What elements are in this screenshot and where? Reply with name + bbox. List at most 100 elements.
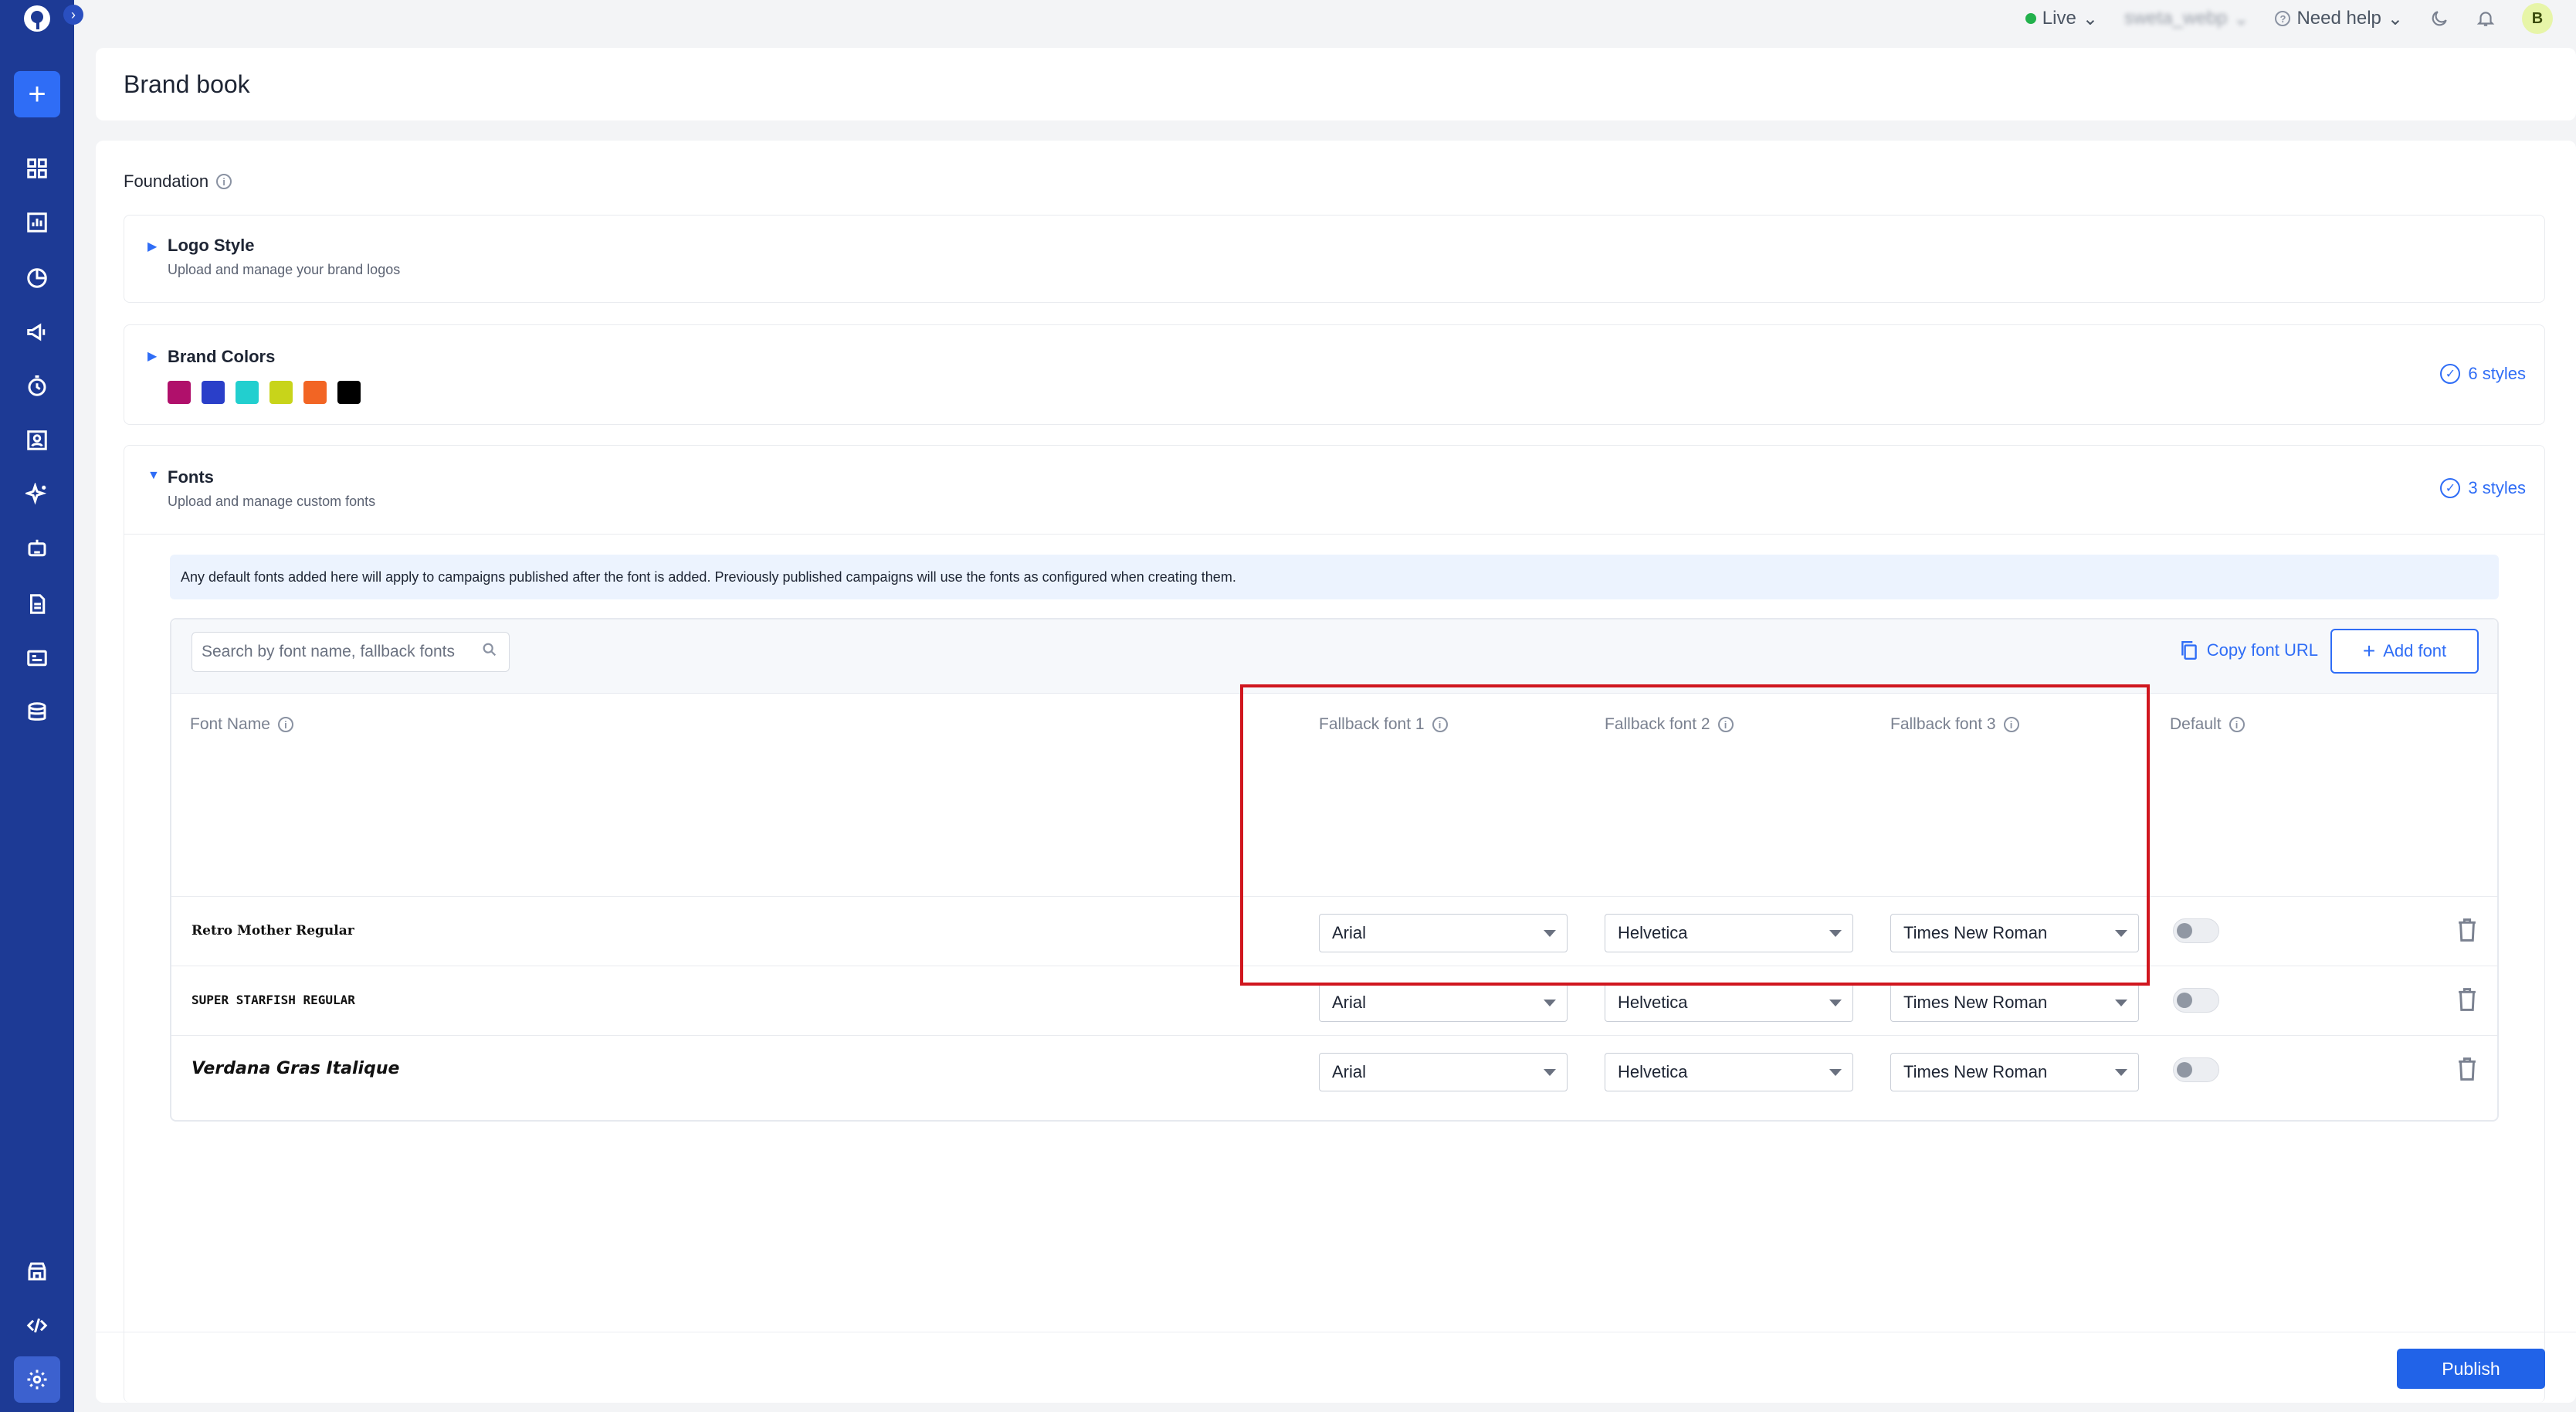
col-fallback-3-label: Fallback font 3 bbox=[1890, 715, 1996, 733]
brand-book-content: Foundation i ▶ Logo Style Upload and man… bbox=[96, 141, 2576, 1403]
fallback-2-select[interactable]: Helvetica bbox=[1605, 1053, 1853, 1091]
templates-icon[interactable] bbox=[23, 590, 51, 618]
environment-selector[interactable]: Live ⌄ bbox=[2025, 8, 2098, 30]
select-value: Helvetica bbox=[1618, 923, 1688, 942]
color-swatch[interactable] bbox=[168, 381, 191, 404]
page-title: Brand book bbox=[124, 70, 250, 98]
top-bar: Live ⌄ sweta_webp ⌄ ? Need help ⌄ B bbox=[74, 0, 2576, 37]
fallback-3-select[interactable]: Times New Roman bbox=[1890, 983, 2139, 1022]
settings-gear-icon[interactable] bbox=[14, 1356, 60, 1403]
info-icon[interactable]: i bbox=[2003, 717, 2019, 732]
fonts-subtitle: Upload and manage custom fonts bbox=[168, 494, 376, 509]
color-swatch[interactable] bbox=[337, 381, 361, 404]
select-value: Arial bbox=[1332, 1062, 1367, 1081]
copy-font-url-button[interactable]: Copy font URL bbox=[2179, 640, 2318, 661]
live-status-dot bbox=[2025, 13, 2036, 24]
logo-style-section[interactable]: ▶ Logo Style Upload and manage your bran… bbox=[124, 215, 2545, 303]
col-fallback-3: Fallback font 3 i bbox=[1890, 715, 2019, 734]
font-name-cell: Super Starfish Regular bbox=[192, 993, 355, 1007]
fallback-1-select[interactable]: Arial bbox=[1319, 914, 1568, 952]
fonts-styles-badge: ✓ 3 styles bbox=[2440, 478, 2526, 498]
info-icon[interactable]: i bbox=[1432, 717, 1448, 732]
select-value: Arial bbox=[1332, 923, 1367, 942]
store-icon[interactable] bbox=[23, 1258, 51, 1285]
dropdown-arrow-icon bbox=[2115, 1000, 2127, 1006]
col-font-name-label: Font Name bbox=[190, 715, 270, 733]
dropdown-arrow-icon bbox=[1829, 930, 1842, 937]
search-placeholder: Search by font name, fallback fonts bbox=[202, 643, 456, 660]
foundation-heading: Foundation i bbox=[124, 171, 232, 192]
col-font-name: Font Name i bbox=[190, 715, 293, 734]
color-swatch[interactable] bbox=[269, 381, 293, 404]
col-default-label: Default bbox=[2170, 715, 2222, 733]
campaigns-icon[interactable] bbox=[23, 318, 51, 346]
fallback-1-select[interactable]: Arial bbox=[1319, 983, 1568, 1022]
account-selector[interactable]: sweta_webp ⌄ bbox=[2124, 8, 2249, 30]
default-toggle[interactable] bbox=[2173, 918, 2219, 943]
fallback-2-select[interactable]: Helvetica bbox=[1605, 983, 1853, 1022]
select-value: Times New Roman bbox=[1903, 993, 2048, 1012]
delete-trash-icon[interactable] bbox=[2456, 1056, 2479, 1082]
fallback-3-select[interactable]: Times New Roman bbox=[1890, 914, 2139, 952]
font-search-input[interactable]: Search by font name, fallback fonts bbox=[192, 632, 510, 672]
add-font-label: Add font bbox=[2383, 641, 2447, 660]
fallback-1-select[interactable]: Arial bbox=[1319, 1053, 1568, 1091]
publish-button[interactable]: Publish bbox=[2397, 1349, 2545, 1389]
styles-count: 6 styles bbox=[2468, 364, 2526, 383]
delete-trash-icon[interactable] bbox=[2456, 986, 2479, 1013]
fonts-toolbar: Search by font name, fallback fonts Copy… bbox=[171, 619, 2497, 694]
col-fallback-2-label: Fallback font 2 bbox=[1605, 715, 1710, 733]
brand-logo-icon[interactable] bbox=[22, 3, 53, 34]
table-row: Super Starfish Regular Arial Helvetica T… bbox=[171, 966, 2497, 1035]
chevron-down-icon: ⌄ bbox=[2233, 8, 2249, 29]
fallback-3-select[interactable]: Times New Roman bbox=[1890, 1053, 2139, 1091]
check-circle-icon: ✓ bbox=[2440, 478, 2461, 498]
col-fallback-1-label: Fallback font 1 bbox=[1319, 715, 1425, 733]
chevron-down-icon: ⌄ bbox=[2387, 8, 2403, 29]
color-swatch[interactable] bbox=[202, 381, 225, 404]
col-default: Default i bbox=[2170, 715, 2245, 734]
create-new-button[interactable]: + bbox=[14, 71, 60, 117]
color-swatch[interactable] bbox=[303, 381, 327, 404]
caret-right-icon[interactable]: ▶ bbox=[147, 348, 157, 364]
chevron-down-icon: ⌄ bbox=[2082, 8, 2098, 29]
analytics-icon[interactable] bbox=[23, 209, 51, 236]
user-avatar[interactable]: B bbox=[2522, 3, 2553, 34]
font-name-cell: Verdana Gras Italique bbox=[192, 1059, 400, 1078]
bot-icon[interactable] bbox=[23, 535, 51, 562]
brand-colors-styles-badge: ✓ 6 styles bbox=[2440, 364, 2526, 384]
color-swatch[interactable] bbox=[236, 381, 259, 404]
delete-trash-icon[interactable] bbox=[2456, 917, 2479, 943]
select-value: Helvetica bbox=[1618, 1062, 1688, 1081]
segments-icon[interactable] bbox=[23, 264, 51, 292]
brand-colors-section[interactable]: ▶ Brand Colors ✓ 6 styles bbox=[124, 324, 2545, 425]
caret-right-icon[interactable]: ▶ bbox=[147, 239, 157, 254]
dashboard-icon[interactable] bbox=[23, 154, 51, 182]
default-toggle[interactable] bbox=[2173, 1057, 2219, 1082]
fallback-2-select[interactable]: Helvetica bbox=[1605, 914, 1853, 952]
audience-icon[interactable] bbox=[23, 426, 51, 454]
dropdown-arrow-icon bbox=[1829, 1000, 1842, 1006]
fonts-table-panel: Search by font name, fallback fonts Copy… bbox=[170, 618, 2499, 1122]
dark-mode-moon-icon[interactable] bbox=[2429, 8, 2449, 29]
info-icon[interactable]: i bbox=[277, 717, 293, 732]
add-font-button[interactable]: + Add font bbox=[2330, 629, 2479, 674]
info-icon[interactable]: i bbox=[1717, 717, 1734, 732]
help-menu[interactable]: ? Need help ⌄ bbox=[2275, 8, 2403, 30]
table-row: Verdana Gras Italique Arial Helvetica Ti… bbox=[171, 1035, 2497, 1105]
ai-sparkle-icon[interactable] bbox=[23, 480, 51, 508]
info-icon[interactable]: i bbox=[2229, 717, 2245, 732]
developer-code-icon[interactable] bbox=[23, 1312, 51, 1339]
dropdown-arrow-icon bbox=[2115, 930, 2127, 937]
sidebar: › + bbox=[0, 0, 83, 1412]
notifications-bell-icon[interactable] bbox=[2476, 8, 2496, 29]
help-icon: ? bbox=[2275, 11, 2291, 26]
help-label: Need help bbox=[2296, 8, 2381, 29]
table-row: Retro Mother Regular Arial Helvetica Tim… bbox=[171, 896, 2497, 966]
info-icon[interactable]: i bbox=[216, 174, 232, 189]
database-icon[interactable] bbox=[23, 698, 51, 726]
content-blocks-icon[interactable] bbox=[23, 644, 51, 672]
caret-down-icon[interactable]: ▼ bbox=[147, 469, 160, 483]
flows-timer-icon[interactable] bbox=[23, 372, 51, 400]
default-toggle[interactable] bbox=[2173, 988, 2219, 1013]
